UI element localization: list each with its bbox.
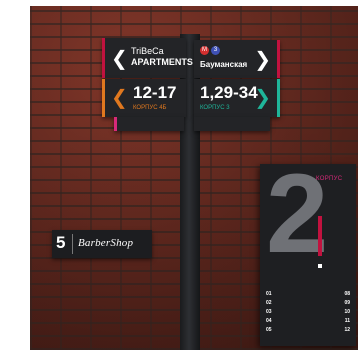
list-item: 03 10 (266, 309, 350, 315)
houses-left-sign: ❮ 12-17 КОРПУС 4Б (102, 79, 186, 117)
right-arrow-icon: ❯ (254, 85, 271, 109)
apartment-list: 01 08 02 09 03 10 04 11 05 12 (266, 290, 350, 335)
divider (72, 234, 73, 254)
right-arrow-icon: ❯ (254, 47, 271, 71)
brick-wall-photo: ❮ TriBeCa APARTMENTS М 3 Бауманская ❯ ❮ … (30, 6, 358, 350)
white-marker (318, 264, 322, 268)
left-arrow-icon: ❮ (111, 46, 128, 70)
list-item: 05 12 (266, 327, 350, 333)
metro-icon: М (200, 46, 209, 55)
tribeca-line2: APARTMENTS (131, 57, 193, 67)
house-numbers-left: 12-17 (133, 83, 177, 102)
station-label: Бауманская (200, 60, 248, 69)
tribeca-line1: TriBeCa (131, 46, 164, 56)
list-item: 01 08 (266, 291, 350, 297)
list-item: 04 11 (266, 318, 350, 324)
house-numbers-right: 1,29-34 (200, 83, 258, 102)
tribeca-direction-sign: ❮ TriBeCa APARTMENTS (102, 38, 193, 78)
houses-right-sign: 1,29-34 КОРПУС 3 ❯ (194, 79, 280, 117)
barbershop-name: BarberShop (78, 237, 134, 249)
building-sub-right: КОРПУС 3 (200, 105, 230, 111)
building-tag: КОРПУС (316, 176, 343, 182)
metro-badges: М 3 (200, 46, 220, 55)
barbershop-sign: 5 BarberShop (52, 230, 152, 258)
lower-left-sign (114, 117, 184, 131)
building-number-board: 2 КОРПУС 01 08 02 09 03 10 04 11 05 12 (260, 158, 356, 346)
left-arrow-icon: ❮ (111, 85, 128, 109)
lower-right-sign (194, 117, 270, 131)
barbershop-number: 5 (56, 233, 66, 252)
line-number-badge: 3 (211, 46, 220, 55)
building-sub-left: КОРПУС 4Б (133, 105, 167, 111)
baumanskaya-direction-sign: М 3 Бауманская ❯ (194, 40, 280, 78)
red-accent-bar (318, 216, 322, 256)
list-item: 02 09 (266, 300, 350, 306)
